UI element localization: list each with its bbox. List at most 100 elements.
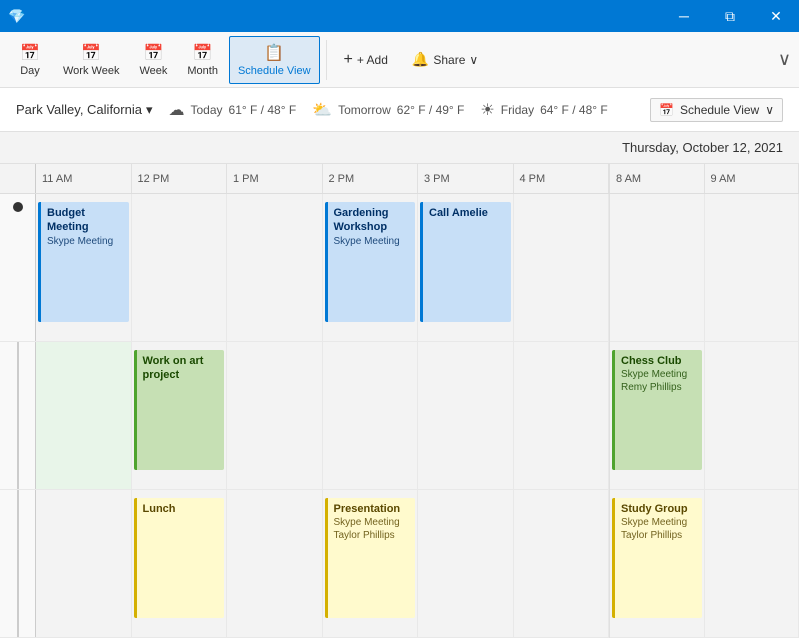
- title-bar: 💎 ─ ⧉ ✕: [0, 0, 799, 32]
- grid-time-header: 11 AM 12 PM 1 PM 2 PM 3 PM 4 PM 8 AM 9 A…: [0, 164, 799, 194]
- event-budget-meeting[interactable]: Budget Meeting Skype Meeting: [38, 202, 129, 322]
- cell-r3-c1[interactable]: Lunch: [132, 490, 228, 637]
- share-chevron: ∨: [469, 53, 478, 67]
- table-row: Work on art project: [0, 342, 609, 490]
- date-header: Thursday, October 12, 2021: [0, 132, 799, 164]
- time-header-3pm: 3 PM: [418, 164, 514, 193]
- minimize-button[interactable]: ─: [661, 0, 707, 32]
- work-week-icon: 📅: [81, 43, 101, 63]
- time-header-11am: 11 AM: [36, 164, 132, 193]
- right-cell-r3-c1[interactable]: [705, 490, 799, 637]
- right-cell-r2-c1[interactable]: [705, 342, 799, 489]
- time-indicator-dot: [13, 202, 23, 212]
- right-row-3: Study Group Skype MeetingTaylor Phillips: [610, 490, 799, 638]
- current-date: Thursday, October 12, 2021: [622, 140, 783, 155]
- cell-r2-c0[interactable]: [36, 342, 132, 489]
- cell-r3-c0[interactable]: [36, 490, 132, 637]
- event-sub: Skype Meeting: [334, 235, 410, 248]
- cell-r1-c5[interactable]: [514, 194, 610, 341]
- right-cell-r2-c0[interactable]: Chess Club Skype MeetingRemy Phillips: [610, 342, 705, 489]
- tomorrow-label: Tomorrow: [338, 103, 391, 117]
- ribbon-expand-icon[interactable]: ∨: [778, 49, 791, 70]
- event-sub: Skype Meeting: [47, 235, 123, 248]
- event-title: Lunch: [143, 502, 219, 516]
- cell-r2-c2[interactable]: [227, 342, 323, 489]
- location-selector[interactable]: Park Valley, California ▾: [16, 102, 153, 118]
- add-button[interactable]: + + Add: [333, 36, 399, 84]
- event-title: Chess Club: [621, 354, 696, 368]
- event-art-project[interactable]: Work on art project: [134, 350, 225, 470]
- cell-r3-c3[interactable]: Presentation Skype MeetingTaylor Phillip…: [323, 490, 419, 637]
- event-call-amelie[interactable]: Call Amelie: [420, 202, 511, 322]
- header-spacer: [0, 164, 36, 193]
- table-row: Budget Meeting Skype Meeting Gardening W…: [0, 194, 609, 342]
- close-button[interactable]: ✕: [753, 0, 799, 32]
- cell-r1-c3[interactable]: Gardening Workshop Skype Meeting: [323, 194, 419, 341]
- add-icon: +: [344, 51, 353, 69]
- calendar-view-icon: 📅: [659, 103, 674, 117]
- month-button[interactable]: 📅 Month: [178, 36, 227, 84]
- day-button[interactable]: 📅 Day: [8, 36, 52, 84]
- tomorrow-temp: 62° F / 49° F: [397, 103, 465, 117]
- right-cell-r3-c0[interactable]: Study Group Skype MeetingTaylor Phillips: [610, 490, 705, 637]
- event-sub: Skype MeetingTaylor Phillips: [621, 516, 696, 542]
- cell-r2-c4[interactable]: [418, 342, 514, 489]
- event-sub: Skype MeetingRemy Phillips: [621, 368, 696, 394]
- view-selector[interactable]: 📅 Schedule View ∨: [650, 98, 783, 122]
- right-row-1: [610, 194, 799, 342]
- event-study-group[interactable]: Study Group Skype MeetingTaylor Phillips: [612, 498, 702, 618]
- row-indicator-2: [0, 342, 36, 489]
- ribbon-separator: [326, 40, 327, 80]
- location-chevron: ▾: [146, 102, 153, 118]
- ribbon: 📅 Day 📅 Work Week 📅 Week 📅 Month 📋 Sched…: [0, 32, 799, 88]
- event-title: Budget Meeting: [47, 206, 123, 235]
- cell-r3-c4[interactable]: [418, 490, 514, 637]
- time-header-12pm: 12 PM: [132, 164, 228, 193]
- cell-r2-c5[interactable]: [514, 342, 610, 489]
- week-button[interactable]: 📅 Week: [130, 36, 176, 84]
- cell-r3-c5[interactable]: [514, 490, 610, 637]
- week-icon: 📅: [143, 43, 163, 63]
- today-temp: 61° F / 48° F: [229, 103, 297, 117]
- time-line: [17, 342, 19, 489]
- cell-r3-c2[interactable]: [227, 490, 323, 637]
- event-presentation[interactable]: Presentation Skype MeetingTaylor Phillip…: [325, 498, 416, 618]
- grid-header-right: 8 AM 9 AM: [609, 164, 799, 193]
- cell-r1-c0[interactable]: Budget Meeting Skype Meeting: [36, 194, 132, 341]
- cell-r1-c1[interactable]: [132, 194, 228, 341]
- time-header-8am: 8 AM: [610, 164, 705, 193]
- grid-area: 11 AM 12 PM 1 PM 2 PM 3 PM 4 PM 8 AM 9 A…: [0, 164, 799, 638]
- schedule-view-button[interactable]: 📋 Schedule View: [229, 36, 320, 84]
- row-indicator-1: [0, 194, 36, 341]
- cell-r2-c3[interactable]: [323, 342, 419, 489]
- time-header-1pm: 1 PM: [227, 164, 323, 193]
- time-header-9am: 9 AM: [705, 164, 799, 193]
- event-title: Gardening Workshop: [334, 206, 410, 235]
- day-icon: 📅: [20, 43, 40, 63]
- event-title: Study Group: [621, 502, 696, 516]
- share-icon: 🔔: [412, 51, 429, 68]
- cell-r2-c1[interactable]: Work on art project: [132, 342, 228, 489]
- restore-button[interactable]: ⧉: [707, 0, 753, 32]
- gem-icon: 💎: [8, 8, 25, 25]
- cell-r1-c2[interactable]: [227, 194, 323, 341]
- partly-cloudy-icon: ⛅: [312, 100, 332, 120]
- view-label: Schedule View: [680, 103, 759, 117]
- sun-icon: ☀: [480, 100, 494, 120]
- grid-rows-left: Budget Meeting Skype Meeting Gardening W…: [0, 194, 609, 638]
- today-weather: ☁ Today 61° F / 48° F: [169, 100, 297, 120]
- cell-r1-c4[interactable]: Call Amelie: [418, 194, 514, 341]
- right-cell-r1-c1[interactable]: [705, 194, 799, 341]
- friday-temp: 64° F / 48° F: [540, 103, 608, 117]
- view-chevron: ∨: [765, 103, 774, 117]
- right-cell-r1-c0[interactable]: [610, 194, 705, 341]
- event-chess-club[interactable]: Chess Club Skype MeetingRemy Phillips: [612, 350, 702, 470]
- share-button[interactable]: 🔔 Share ∨: [401, 36, 489, 84]
- event-title: Presentation: [334, 502, 410, 516]
- friday-label: Friday: [501, 103, 534, 117]
- work-week-button[interactable]: 📅 Work Week: [54, 36, 128, 84]
- location-text: Park Valley, California: [16, 102, 142, 117]
- event-lunch[interactable]: Lunch: [134, 498, 225, 618]
- cloud-icon: ☁: [169, 100, 185, 120]
- event-gardening-workshop[interactable]: Gardening Workshop Skype Meeting: [325, 202, 416, 322]
